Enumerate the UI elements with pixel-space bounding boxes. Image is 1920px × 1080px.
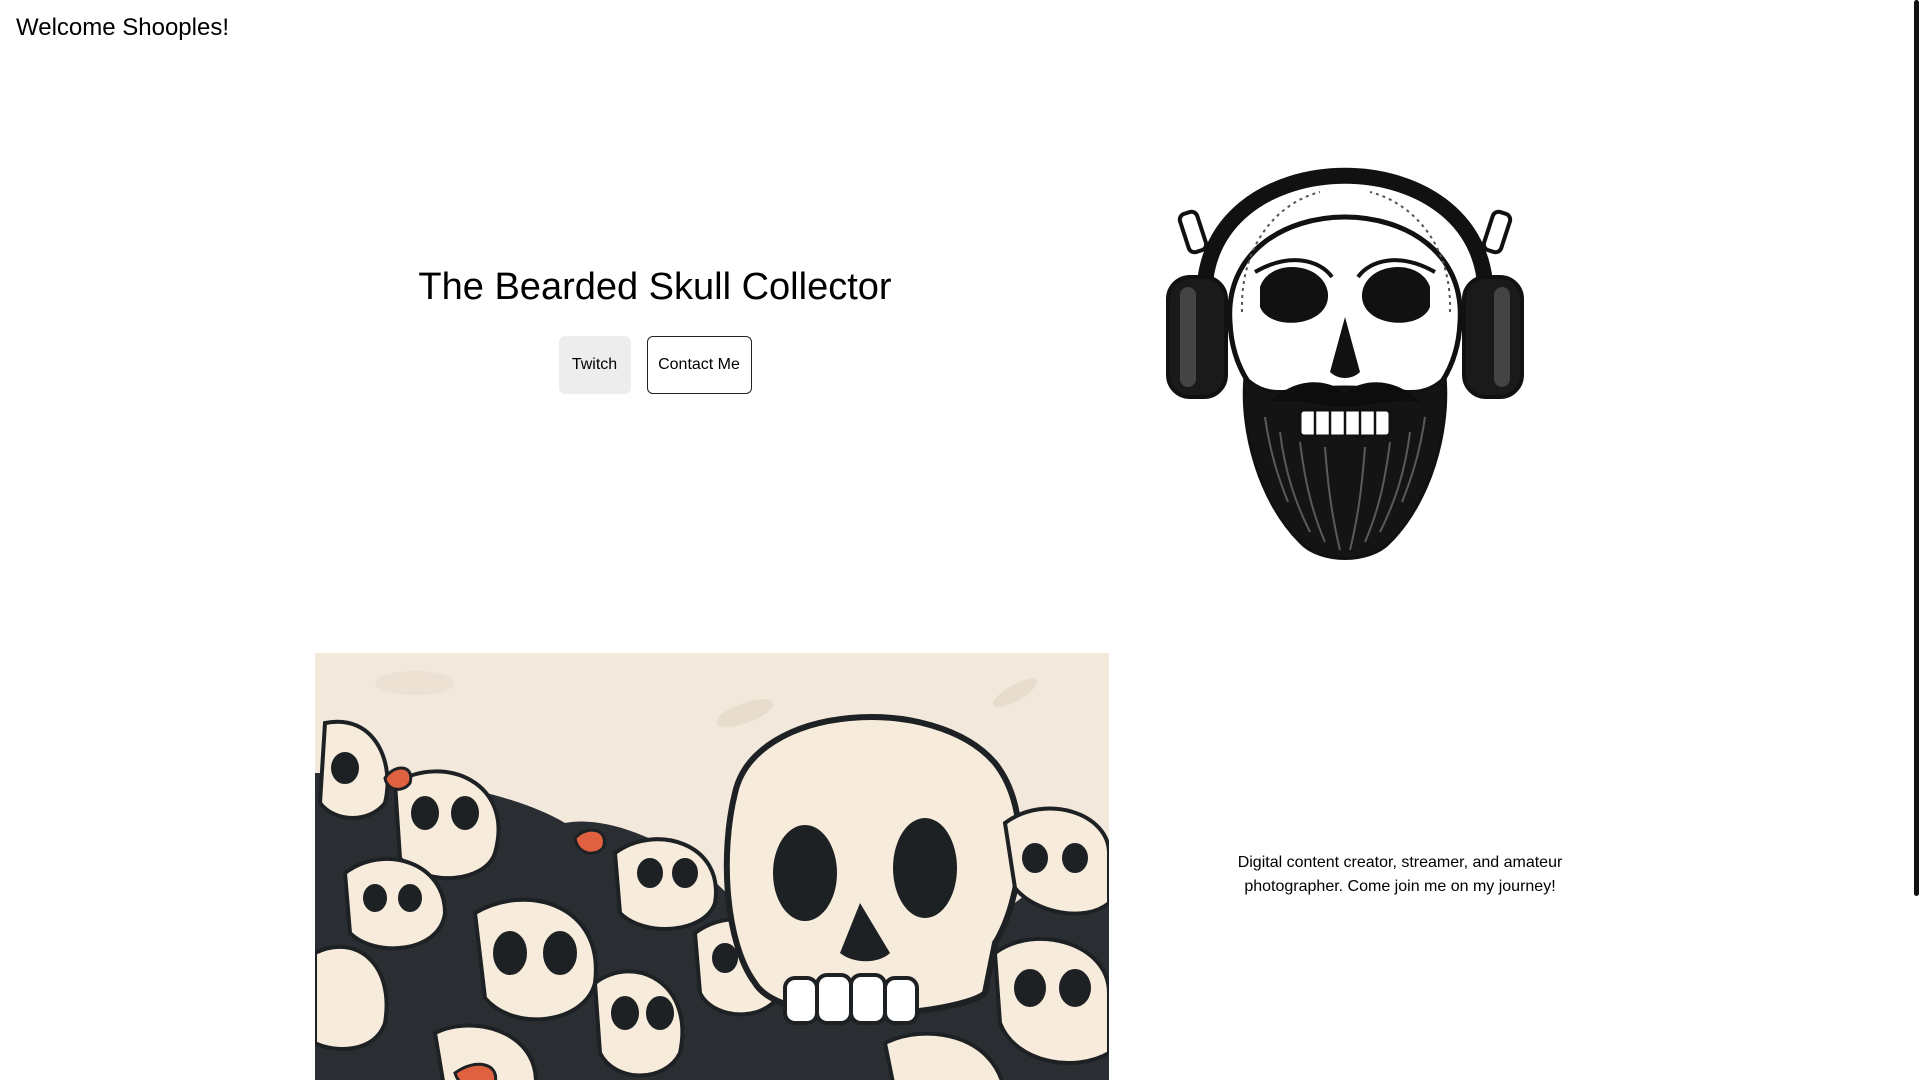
hero-section: The Bearded Skull Collector Twitch Conta… — [400, 262, 910, 394]
page: Welcome Shooples! The Bearded Skull Coll… — [0, 0, 1920, 1080]
scrollbar-thumb[interactable] — [1914, 0, 1919, 896]
bearded-skull-headphones-image — [1160, 72, 1530, 582]
contact-me-button[interactable]: Contact Me — [646, 336, 752, 394]
site-greeting: Welcome Shooples! — [16, 14, 229, 41]
twitch-button[interactable]: Twitch — [558, 336, 631, 394]
skull-pile-banner-image — [315, 653, 1109, 1080]
bio-text: Digital content creator, streamer, and a… — [1237, 854, 1563, 895]
hero-buttons: Twitch Contact Me — [400, 336, 910, 394]
hero-title: The Bearded Skull Collector — [418, 266, 892, 308]
page-scrollbar[interactable] — [1914, 0, 1920, 1080]
